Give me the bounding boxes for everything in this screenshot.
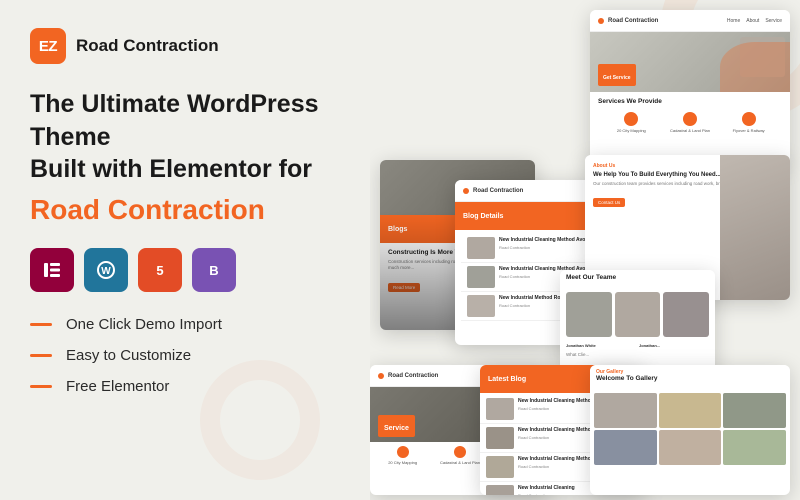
headline-accent: Road Contraction — [30, 192, 340, 228]
elementor-icon — [30, 248, 74, 292]
mock-services-icons: 20 City Mapping Cadastral & Land Plan Fl… — [598, 108, 782, 137]
mock-blog-detail-brand: Road Contraction — [473, 188, 523, 194]
bootstrap-icon: B — [192, 248, 236, 292]
feature-dash-3 — [30, 385, 52, 388]
feature-text-3: Free Elementor — [66, 378, 169, 395]
mock-blog-detail-title: Blog Details — [463, 213, 503, 220]
mock-services-img: Get Service — [590, 32, 790, 92]
mock-team-photos — [560, 288, 715, 341]
left-panel: EZ Road Contraction The Ultimate WordPre… — [0, 0, 370, 500]
feature-item-1: One Click Demo Import — [30, 316, 340, 333]
mockup-gallery: Our Gallery Welcome To Gallery — [590, 365, 790, 495]
gallery-grid — [590, 389, 790, 469]
feature-dash-1 — [30, 323, 52, 326]
mock-services-brand: Road Contraction — [608, 18, 658, 24]
right-panel: Road Contraction Home About Service Get … — [370, 0, 800, 500]
feature-text-2: Easy to Customize — [66, 347, 191, 364]
mock-what-clients: What Clie... — [566, 352, 709, 358]
svg-text:B: B — [209, 263, 218, 278]
gallery-cell-2 — [659, 393, 722, 428]
feature-dash-2 — [30, 354, 52, 357]
logo-row: EZ Road Contraction — [30, 28, 340, 64]
page-container: EZ Road Contraction The Ultimate WordPre… — [0, 0, 800, 500]
svg-text:W: W — [101, 266, 111, 277]
headline: The Ultimate WordPress Theme Built with … — [30, 88, 340, 186]
mock-nav: Home About Service — [727, 18, 782, 24]
mock-team-title: Meet Our Teame — [566, 274, 709, 281]
features-list: One Click Demo Import Easy to Customize … — [30, 316, 340, 395]
feature-text-1: One Click Demo Import — [66, 316, 222, 333]
logo-badge: EZ — [30, 28, 66, 64]
mock-contact-btn[interactable]: Contact Us — [593, 198, 625, 207]
mockup-team: Meet Our Teame Jonathan White Jonathan..… — [560, 270, 715, 380]
svg-text:5: 5 — [156, 263, 163, 278]
feature-item-2: Easy to Customize — [30, 347, 340, 364]
mock-build-image — [720, 155, 790, 300]
wordpress-icon: W — [84, 248, 128, 292]
plugin-icons: W 5 B — [30, 248, 340, 292]
feature-item-3: Free Elementor — [30, 378, 340, 395]
logo-text: Road Contraction — [76, 36, 219, 56]
gallery-cell-5 — [659, 430, 722, 465]
mock-services-body: Services We Provide 20 City Mapping Cada… — [590, 92, 790, 143]
mock-gallery-title: Welcome To Gallery — [596, 375, 784, 382]
gallery-cell-4 — [594, 430, 657, 465]
mockup-services: Road Contraction Home About Service Get … — [590, 10, 790, 165]
mock-service-title: Service — [384, 425, 409, 432]
html5-icon: 5 — [138, 248, 182, 292]
gallery-cell-3 — [723, 393, 786, 428]
gallery-cell-1 — [594, 393, 657, 428]
mock-services-title: Services We Provide — [598, 98, 782, 105]
gallery-cell-6 — [723, 430, 786, 465]
mock-services-header: Road Contraction Home About Service — [590, 10, 790, 32]
